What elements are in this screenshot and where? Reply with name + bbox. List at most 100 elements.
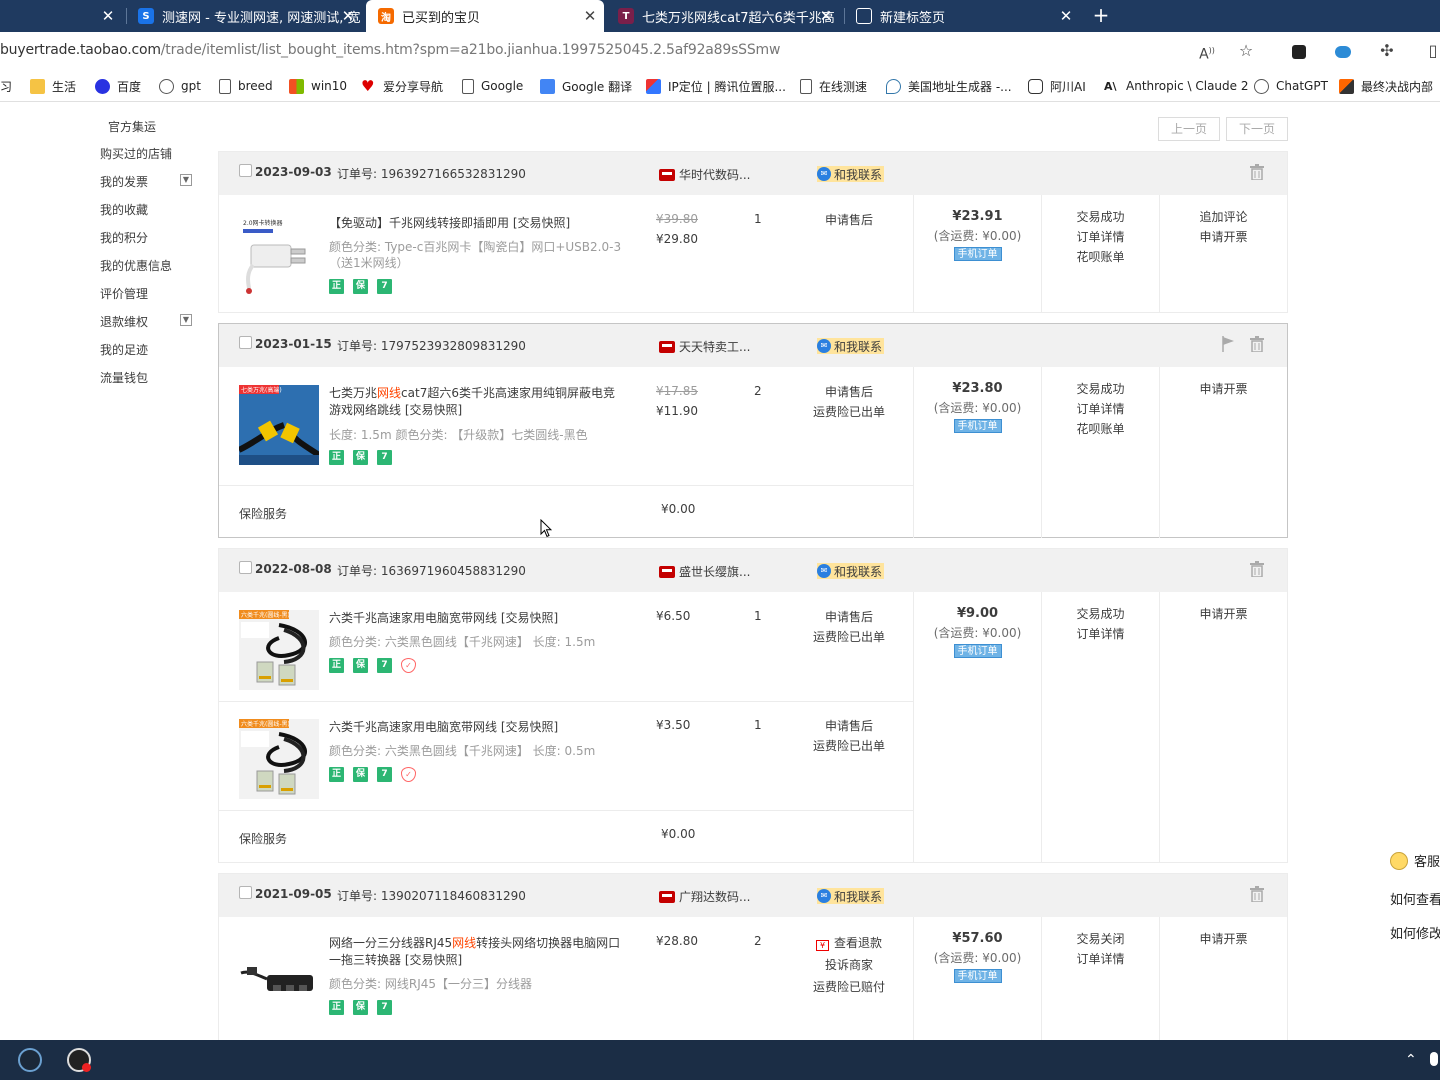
trash-icon[interactable] xyxy=(1250,164,1264,180)
shield-icon[interactable]: ✓ xyxy=(401,767,416,782)
guarantee-badge-icon[interactable]: 保 xyxy=(353,279,368,294)
bookmark-google-translate[interactable]: Google 翻译 xyxy=(540,77,632,95)
product-title-link[interactable]: 网络一分三分线器RJ45网线转接头网络切换器电脑网口一拖三转换器 [交易快照] xyxy=(329,935,624,969)
guarantee-badge-icon[interactable]: 保 xyxy=(353,1000,368,1015)
chevron-up-icon[interactable]: ⌃ xyxy=(1405,1052,1417,1068)
obs-icon[interactable] xyxy=(67,1048,91,1072)
sidebar-item-data-wallet[interactable]: 流量钱包 xyxy=(100,369,148,386)
product-thumbnail[interactable]: 六类千兆(圆线-黑) xyxy=(239,719,319,799)
complain-seller-link[interactable]: 投诉商家 xyxy=(799,954,899,976)
url-field[interactable]: buyertrade.taobao.com/trade/itemlist/lis… xyxy=(0,42,780,58)
genuine-badge-icon[interactable]: 正 xyxy=(329,658,344,673)
shop-link[interactable]: 天天特卖工... xyxy=(659,338,750,355)
add-review-link[interactable]: 追加评论 xyxy=(1160,207,1287,227)
split-view-icon[interactable]: ▯ xyxy=(1422,40,1440,62)
shield-icon[interactable]: ✓ xyxy=(401,658,416,673)
order-detail-link[interactable]: 订单详情 xyxy=(1042,399,1159,419)
bookmark-anthropic[interactable]: A\ Anthropic \ Claude 2 xyxy=(1104,77,1248,95)
apply-aftersale-link[interactable]: 申请售后 xyxy=(799,716,899,736)
sidebar-item-purchased-stores[interactable]: 购买过的店铺 xyxy=(100,145,172,162)
sidebar-item-reviews[interactable]: 评价管理 xyxy=(100,285,148,302)
tab-tmall-product[interactable]: T 七类万兆网线cat7超六6类千兆高 ✕ xyxy=(610,0,840,32)
huabei-bill-link[interactable]: 花呗账单 xyxy=(1042,247,1159,267)
shop-link[interactable]: 华时代数码... xyxy=(659,166,750,183)
sidebar-item-coupons[interactable]: 我的优惠信息 xyxy=(100,257,172,274)
next-page-button[interactable]: 下一页 xyxy=(1226,117,1288,141)
seven-day-return-icon[interactable]: 7 xyxy=(377,279,392,294)
sidebar-item-official-shipping[interactable]: 官方集运 xyxy=(108,118,156,135)
tab-1[interactable]: ✕ xyxy=(0,0,122,32)
help-question-link[interactable]: 如何修改 xyxy=(1390,923,1440,942)
contact-seller-button[interactable]: ✉ 和我联系 xyxy=(817,338,885,354)
contact-seller-button[interactable]: ✉ 和我联系 xyxy=(817,888,885,904)
bookmark-baidu[interactable]: 百度 xyxy=(95,77,141,95)
order-checkbox[interactable] xyxy=(239,164,252,177)
close-icon[interactable]: ✕ xyxy=(340,8,356,24)
genuine-badge-icon[interactable]: 正 xyxy=(329,767,344,782)
order-detail-link[interactable]: 订单详情 xyxy=(1042,624,1159,644)
contact-seller-button[interactable]: ✉ 和我联系 xyxy=(817,166,885,182)
sidebar-item-points[interactable]: 我的积分 xyxy=(100,229,148,246)
chevron-down-icon[interactable]: ▼ xyxy=(180,314,192,326)
product-thumbnail[interactable] xyxy=(239,935,319,1015)
apply-invoice-link[interactable]: 申请开票 xyxy=(1160,929,1287,949)
steam-icon[interactable] xyxy=(18,1048,42,1072)
apply-aftersale-link[interactable]: 申请售后 xyxy=(799,382,899,402)
guarantee-badge-icon[interactable]: 保 xyxy=(353,450,368,465)
chevron-down-icon[interactable]: ▼ xyxy=(180,174,192,186)
prev-page-button[interactable]: 上一页 xyxy=(1158,117,1220,141)
bookmark-achuan-ai[interactable]: 阿川AI xyxy=(1028,77,1086,95)
close-icon[interactable]: ✕ xyxy=(1058,8,1074,24)
extension-icon[interactable] xyxy=(1288,40,1310,62)
apply-invoice-link[interactable]: 申请开票 xyxy=(1160,604,1287,624)
huabei-bill-link[interactable]: 花呗账单 xyxy=(1042,419,1159,439)
seven-day-return-icon[interactable]: 7 xyxy=(377,658,392,673)
sidebar-item-footprints[interactable]: 我的足迹 xyxy=(100,341,148,358)
bookmark-ip-location[interactable]: IP定位 | 腾讯位置服... xyxy=(646,77,786,95)
order-checkbox[interactable] xyxy=(239,336,252,349)
bookmark-us-address[interactable]: 美国地址生成器 -... xyxy=(886,77,1012,95)
bookmark-breed[interactable]: breed xyxy=(219,77,273,95)
seven-day-return-icon[interactable]: 7 xyxy=(377,1000,392,1015)
product-title-link[interactable]: 六类千兆高速家用电脑宽带网线 [交易快照] xyxy=(329,719,624,736)
apply-aftersale-link[interactable]: 申请售后 xyxy=(799,607,899,627)
close-icon[interactable]: ✕ xyxy=(100,8,116,24)
bookmark-final-battle[interactable]: 最终决战内部 xyxy=(1339,77,1433,95)
bookmark-gpt[interactable]: gpt xyxy=(159,77,201,95)
read-aloud-icon[interactable]: A)) xyxy=(1196,40,1218,63)
order-checkbox[interactable] xyxy=(239,886,252,899)
genuine-badge-icon[interactable]: 正 xyxy=(329,279,344,294)
tab-new-tab[interactable]: 新建标签页 ✕ xyxy=(848,0,1080,32)
order-checkbox[interactable] xyxy=(239,561,252,574)
sidebar-item-refunds[interactable]: 退款维权 xyxy=(100,313,148,330)
new-tab-button[interactable]: + xyxy=(1090,4,1112,26)
product-title-link[interactable]: 六类千兆高速家用电脑宽带网线 [交易快照] xyxy=(329,610,624,627)
bookmark-study[interactable]: 学习 xyxy=(0,77,12,95)
order-detail-link[interactable]: 订单详情 xyxy=(1042,227,1159,247)
bookmark-chatgpt[interactable]: ChatGPT xyxy=(1254,77,1328,95)
view-refund-link[interactable]: ¥ 查看退款 xyxy=(799,932,899,954)
seven-day-return-icon[interactable]: 7 xyxy=(377,450,392,465)
trash-icon[interactable] xyxy=(1250,336,1264,352)
product-thumbnail[interactable]: 六类千兆(圆线-黑) xyxy=(239,610,319,690)
bookmark-win10[interactable]: win10 xyxy=(289,77,347,95)
product-thumbnail[interactable]: 2.0网卡转换器 xyxy=(239,215,319,295)
star-icon[interactable]: ☆ xyxy=(1235,40,1257,62)
shop-link[interactable]: 广翔达数码... xyxy=(659,888,750,905)
product-title-link[interactable]: 【免驱动】千兆网线转接即插即用 [交易快照] xyxy=(329,215,624,232)
customer-service-button[interactable]: 客服 xyxy=(1390,851,1440,870)
bookmark-google[interactable]: Google xyxy=(462,77,523,95)
close-icon[interactable]: ✕ xyxy=(582,8,598,24)
product-thumbnail[interactable]: 七类万兆(高端) xyxy=(239,385,319,465)
genuine-badge-icon[interactable]: 正 xyxy=(329,1000,344,1015)
flag-icon[interactable] xyxy=(1221,336,1235,352)
product-title-link[interactable]: 七类万兆网线cat7超六6类千兆高速家用纯铜屏蔽电竞游戏网络跳线 [交易快照] xyxy=(329,385,624,419)
apply-aftersale-link[interactable]: 申请售后 xyxy=(799,210,899,230)
tab-speedtest[interactable]: S 测速网 - 专业测网速, 网速测试, 宽 ✕ xyxy=(134,0,362,32)
bookmark-speedtest[interactable]: 在线测速 xyxy=(800,77,867,95)
puzzle-icon[interactable]: ✣ xyxy=(1376,40,1398,62)
help-question-link[interactable]: 如何查看 xyxy=(1390,889,1440,908)
bookmark-aifenxiang[interactable]: ♥ 爱分享导航 xyxy=(361,77,443,95)
trash-icon[interactable] xyxy=(1250,886,1264,902)
order-detail-link[interactable]: 订单详情 xyxy=(1042,949,1159,969)
